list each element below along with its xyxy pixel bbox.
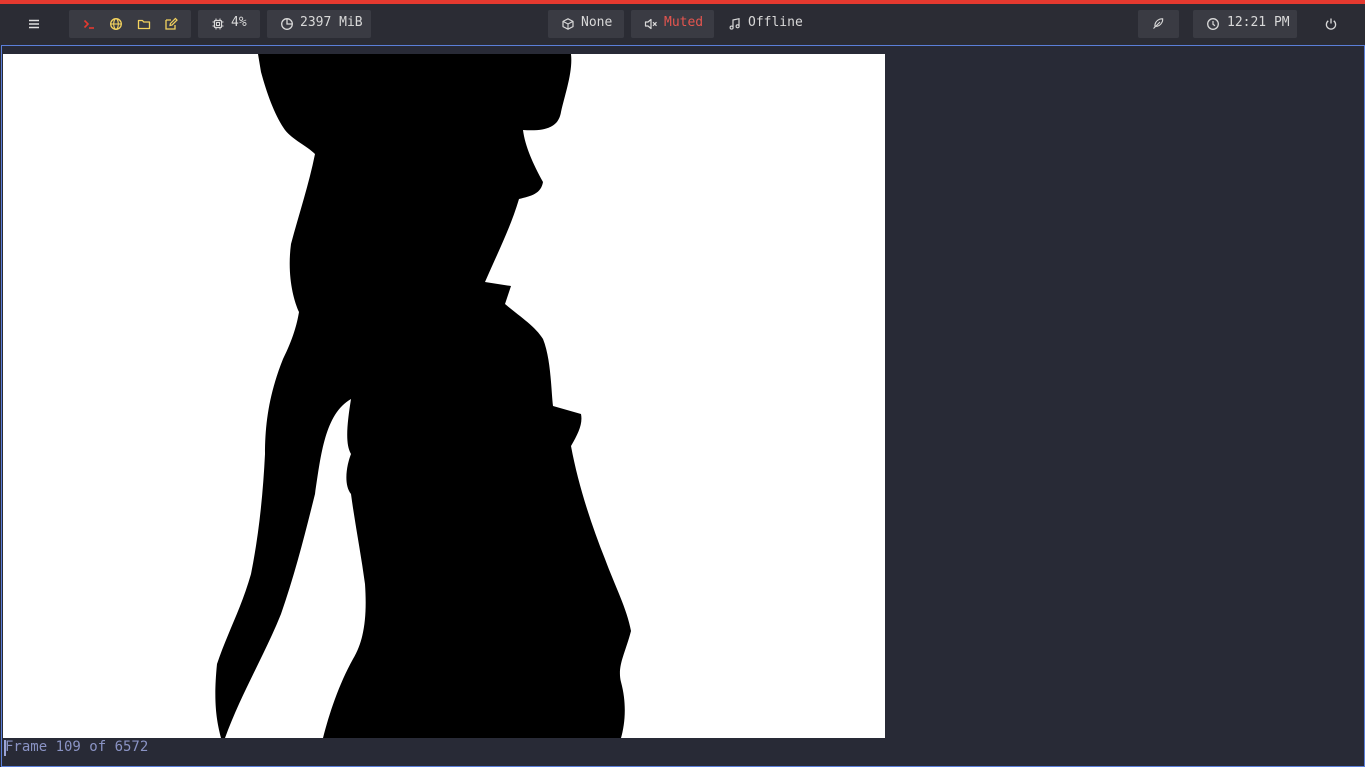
music-note-icon [727, 16, 743, 32]
silhouette-image [215, 54, 631, 738]
terminal-icon[interactable] [81, 16, 97, 32]
cpu-widget: 4% [198, 10, 260, 38]
memory-widget: 2397 MiB [267, 10, 371, 38]
frame-image [3, 54, 885, 738]
launcher-group [69, 10, 191, 38]
volume-widget[interactable]: Muted [631, 10, 714, 38]
theme-widget[interactable] [1138, 10, 1179, 38]
cpu-icon [210, 16, 226, 32]
power-icon[interactable] [1323, 16, 1339, 32]
package-icon [560, 16, 576, 32]
volume-value: Muted [664, 15, 704, 30]
globe-icon[interactable] [108, 16, 124, 32]
package-value: None [581, 15, 613, 30]
top-bar: 4% 2397 MiB None Muted Offline 12:21 PM [0, 4, 1365, 45]
clock-value: 12:21 PM [1227, 15, 1290, 30]
package-widget[interactable]: None [548, 10, 624, 38]
cpu-value: 4% [231, 15, 247, 30]
edit-icon[interactable] [163, 16, 179, 32]
clock-widget[interactable]: 12:21 PM [1193, 10, 1297, 38]
memory-value: 2397 MiB [300, 15, 363, 30]
memory-pie-icon [279, 16, 295, 32]
folder-icon[interactable] [136, 16, 152, 32]
music-widget[interactable]: Offline [721, 10, 811, 38]
frame-status: Frame 109 of 6572 [5, 739, 149, 755]
speaker-muted-icon [643, 16, 659, 32]
feather-icon [1150, 16, 1166, 32]
music-value: Offline [748, 15, 803, 30]
hamburger-menu-icon[interactable] [26, 16, 42, 32]
clock-icon [1205, 16, 1221, 32]
